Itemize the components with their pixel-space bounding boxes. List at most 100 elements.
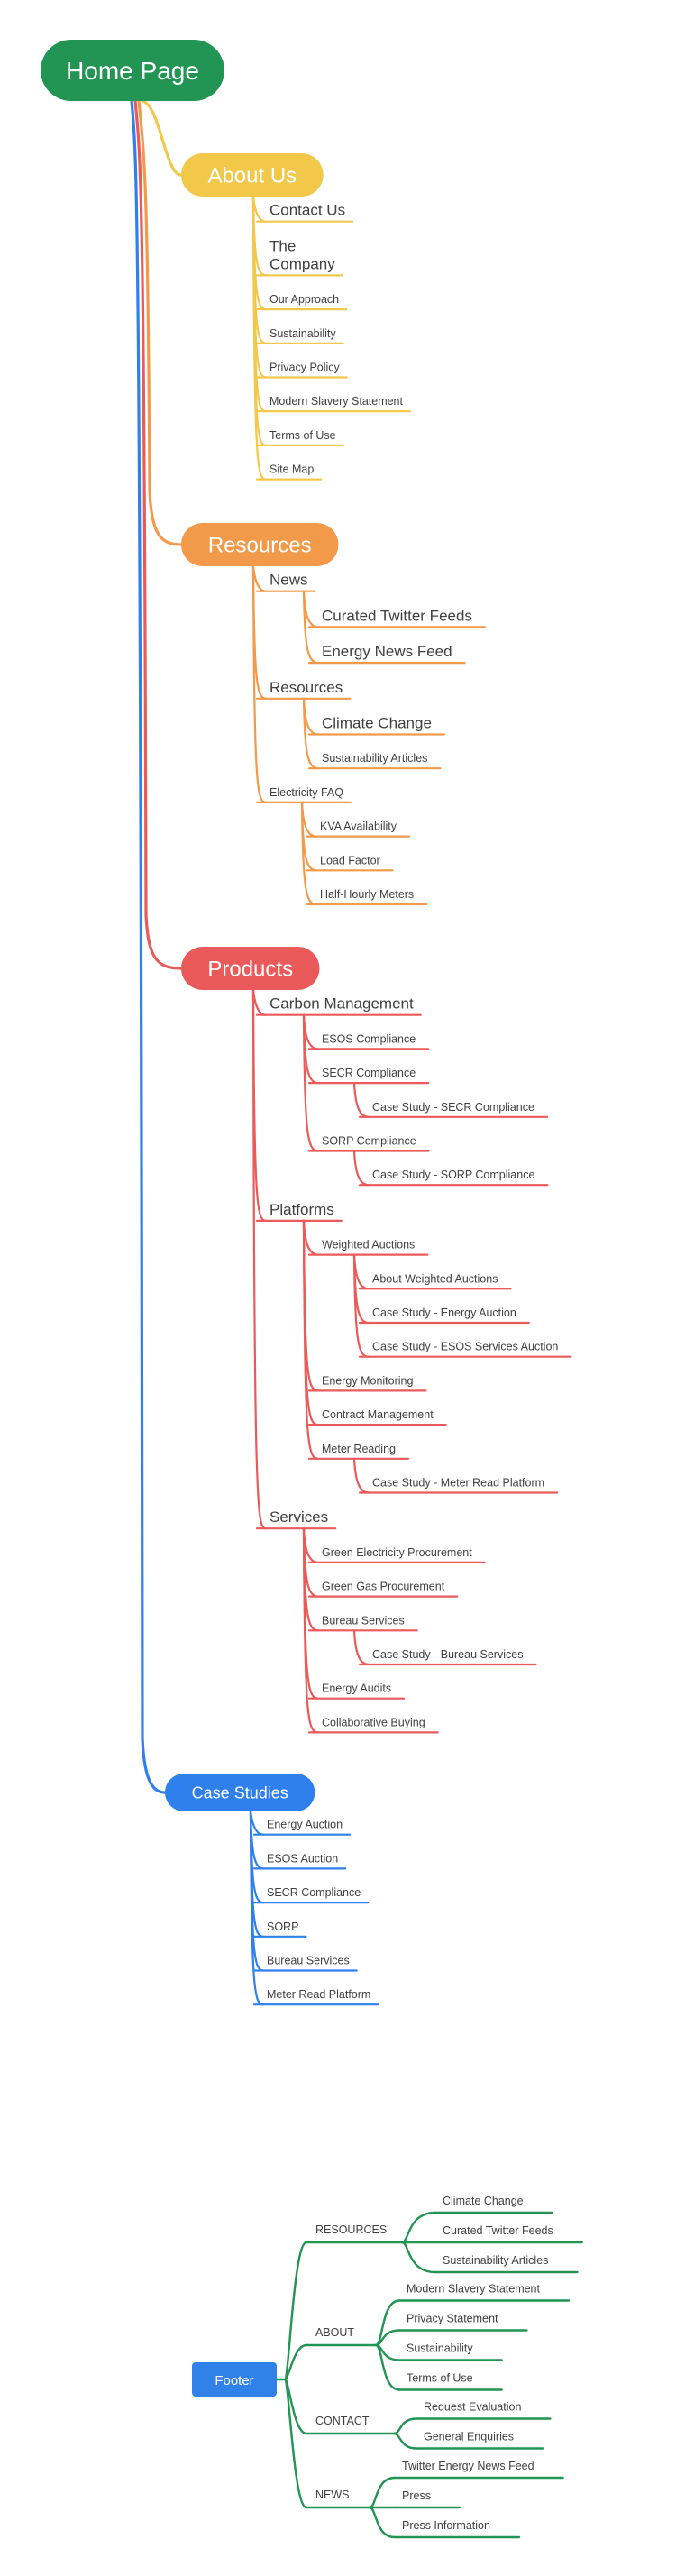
mindmap-nodes: Home Page About Us Contact Us TheCompany Our… bbox=[41, 40, 558, 2001]
node-sustainability-articles[interactable]: Sustainability Articles bbox=[322, 752, 427, 765]
node-case-study-esos-services-auction[interactable]: Case Study - ESOS Services Auction bbox=[372, 1341, 558, 1353]
footer-item-connector bbox=[392, 2417, 418, 2435]
connector bbox=[251, 195, 268, 223]
footer-item-sustainability[interactable]: Sustainability bbox=[407, 2342, 473, 2355]
node-bureau-services[interactable]: Bureau Services bbox=[322, 1614, 405, 1627]
connector bbox=[251, 564, 268, 592]
footer-item-connector bbox=[400, 2241, 437, 2274]
footer-item-press-information[interactable]: Press Information bbox=[402, 2519, 490, 2532]
connector bbox=[251, 988, 268, 1222]
connector bbox=[302, 590, 320, 628]
connector bbox=[302, 1013, 320, 1050]
node-resources[interactable]: Resources bbox=[269, 679, 343, 696]
connector bbox=[249, 1810, 265, 1836]
node-curated-twitter-feeds[interactable]: Curated Twitter Feeds bbox=[322, 607, 472, 624]
node-esos-compliance[interactable]: ESOS Compliance bbox=[322, 1032, 416, 1045]
node-case-study-energy-auction[interactable]: Case Study - Energy Auction bbox=[372, 1306, 516, 1319]
node-energy-auction[interactable]: Energy Auction bbox=[267, 1819, 343, 1831]
node-contract-management[interactable]: Contract Management bbox=[322, 1408, 434, 1421]
connector bbox=[251, 564, 268, 700]
node-energy-news-feed[interactable]: Energy News Feed bbox=[322, 643, 452, 660]
node-bureau-services[interactable]: Bureau Services bbox=[267, 1955, 350, 1967]
node-half-hourly-meters[interactable]: Half-Hourly Meters bbox=[320, 888, 414, 901]
node-green-electricity-procurement[interactable]: Green Electricity Procurement bbox=[322, 1546, 472, 1559]
node-green-gas-procurement[interactable]: Green Gas Procurement bbox=[322, 1581, 445, 1593]
branch-label-products: Products bbox=[207, 958, 293, 982]
footer-item-connector bbox=[368, 2506, 397, 2539]
node-privacy-policy[interactable]: Privacy Policy bbox=[269, 362, 341, 374]
footer-item-connector bbox=[374, 2299, 401, 2347]
footer-group-contact[interactable]: CONTACT bbox=[315, 2415, 370, 2427]
connector bbox=[251, 564, 268, 803]
branch-label-about-us: About Us bbox=[207, 164, 297, 188]
footer-item-curated-twitter-feeds[interactable]: Curated Twitter Feeds bbox=[443, 2224, 553, 2237]
connector bbox=[302, 1527, 320, 1563]
footer-item-request-evaluation[interactable]: Request Evaluation bbox=[424, 2401, 521, 2414]
node-electricity-faq[interactable]: Electricity FAQ bbox=[269, 786, 343, 799]
node-collaborative-buying[interactable]: Collaborative Buying bbox=[322, 1716, 425, 1728]
node-services[interactable]: Services bbox=[269, 1508, 328, 1526]
home-page-label: Home Page bbox=[66, 57, 199, 85]
footer-map: Footer RESOURCES Climate Change Curated Twi… bbox=[192, 2195, 583, 2539]
node-secr-compliance[interactable]: SECR Compliance bbox=[267, 1886, 361, 1899]
connector bbox=[352, 1082, 370, 1118]
connector bbox=[302, 697, 320, 736]
node-carbon-management[interactable]: Carbon Management bbox=[269, 995, 414, 1013]
node-case-study-bureau-services[interactable]: Case Study - Bureau Services bbox=[372, 1648, 523, 1661]
node-kva-availability[interactable]: KVA Availability bbox=[320, 820, 397, 833]
footer-group-connector bbox=[284, 2241, 308, 2381]
node-secr-compliance[interactable]: SECR Compliance bbox=[322, 1067, 416, 1079]
node-modern-slavery-statement[interactable]: Modern Slavery Statement bbox=[269, 395, 404, 408]
node-esos-auction[interactable]: ESOS Auction bbox=[267, 1852, 338, 1865]
node-the-company[interactable]: The bbox=[269, 237, 296, 254]
footer-item-modern-slavery-statement[interactable]: Modern Slavery Statement bbox=[407, 2283, 541, 2296]
connector bbox=[352, 1253, 370, 1290]
footer-item-general-enquiries[interactable]: General Enquiries bbox=[424, 2431, 514, 2443]
footer-group-resources[interactable]: RESOURCES bbox=[315, 2223, 387, 2236]
node-case-study-sorp-compliance[interactable]: Case Study - SORP Compliance bbox=[372, 1169, 534, 1181]
node-climate-change[interactable]: Climate Change bbox=[322, 715, 432, 732]
connector bbox=[352, 1457, 370, 1494]
footer-group-about[interactable]: ABOUT bbox=[315, 2326, 354, 2339]
node-platforms[interactable]: Platforms bbox=[269, 1201, 334, 1218]
footer-item-climate-change[interactable]: Climate Change bbox=[443, 2195, 524, 2207]
node-load-factor[interactable]: Load Factor bbox=[320, 854, 380, 866]
footer-group-news[interactable]: NEWS bbox=[315, 2489, 350, 2501]
node-case-study-secr-compliance[interactable]: Case Study - SECR Compliance bbox=[372, 1101, 534, 1114]
node-energy-monitoring[interactable]: Energy Monitoring bbox=[322, 1374, 413, 1387]
node-contact-us[interactable]: Contact Us bbox=[269, 202, 345, 219]
node-news[interactable]: News bbox=[269, 572, 308, 589]
node-sustainability[interactable]: Sustainability bbox=[269, 327, 336, 340]
node-the-company[interactable]: Company bbox=[269, 255, 335, 272]
footer-item-connector bbox=[392, 2432, 418, 2450]
node-case-study-meter-read-platform[interactable]: Case Study - Meter Read Platform bbox=[372, 1477, 544, 1490]
connector bbox=[251, 988, 268, 1016]
connector bbox=[352, 1150, 370, 1187]
connector bbox=[352, 1629, 370, 1666]
footer-group-connector bbox=[284, 2378, 308, 2509]
node-weighted-auctions[interactable]: Weighted Auctions bbox=[322, 1239, 415, 1251]
node-meter-read-platform[interactable]: Meter Read Platform bbox=[267, 1988, 370, 2001]
node-sorp[interactable]: SORP bbox=[267, 1921, 298, 1933]
footer-item-connector bbox=[368, 2476, 397, 2509]
footer-item-terms-of-use[interactable]: Terms of Use bbox=[407, 2372, 473, 2385]
footer-item-sustainability-articles[interactable]: Sustainability Articles bbox=[443, 2254, 548, 2267]
connector bbox=[251, 988, 268, 1530]
footer-item-press[interactable]: Press bbox=[402, 2489, 431, 2502]
footer-item-privacy-statement[interactable]: Privacy Statement bbox=[407, 2313, 498, 2325]
connector bbox=[300, 801, 318, 838]
footer-item-twitter-energy-news-feed[interactable]: Twitter Energy News Feed bbox=[402, 2460, 534, 2472]
node-energy-audits[interactable]: Energy Audits bbox=[322, 1682, 391, 1695]
node-our-approach[interactable]: Our Approach bbox=[269, 293, 339, 306]
branch-label-resources: Resources bbox=[208, 534, 312, 558]
branch-connector-about-us bbox=[141, 99, 183, 177]
footer-item-connector bbox=[374, 2343, 401, 2391]
footer-label: Footer bbox=[215, 2373, 253, 2388]
footer-item-connector bbox=[400, 2211, 437, 2244]
node-site-map[interactable]: Site Map bbox=[269, 463, 314, 476]
node-about-weighted-auctions[interactable]: About Weighted Auctions bbox=[372, 1272, 498, 1285]
node-meter-reading[interactable]: Meter Reading bbox=[322, 1443, 396, 1455]
node-sorp-compliance[interactable]: SORP Compliance bbox=[322, 1135, 416, 1148]
connector bbox=[302, 1219, 320, 1256]
node-terms-of-use[interactable]: Terms of Use bbox=[269, 429, 336, 442]
